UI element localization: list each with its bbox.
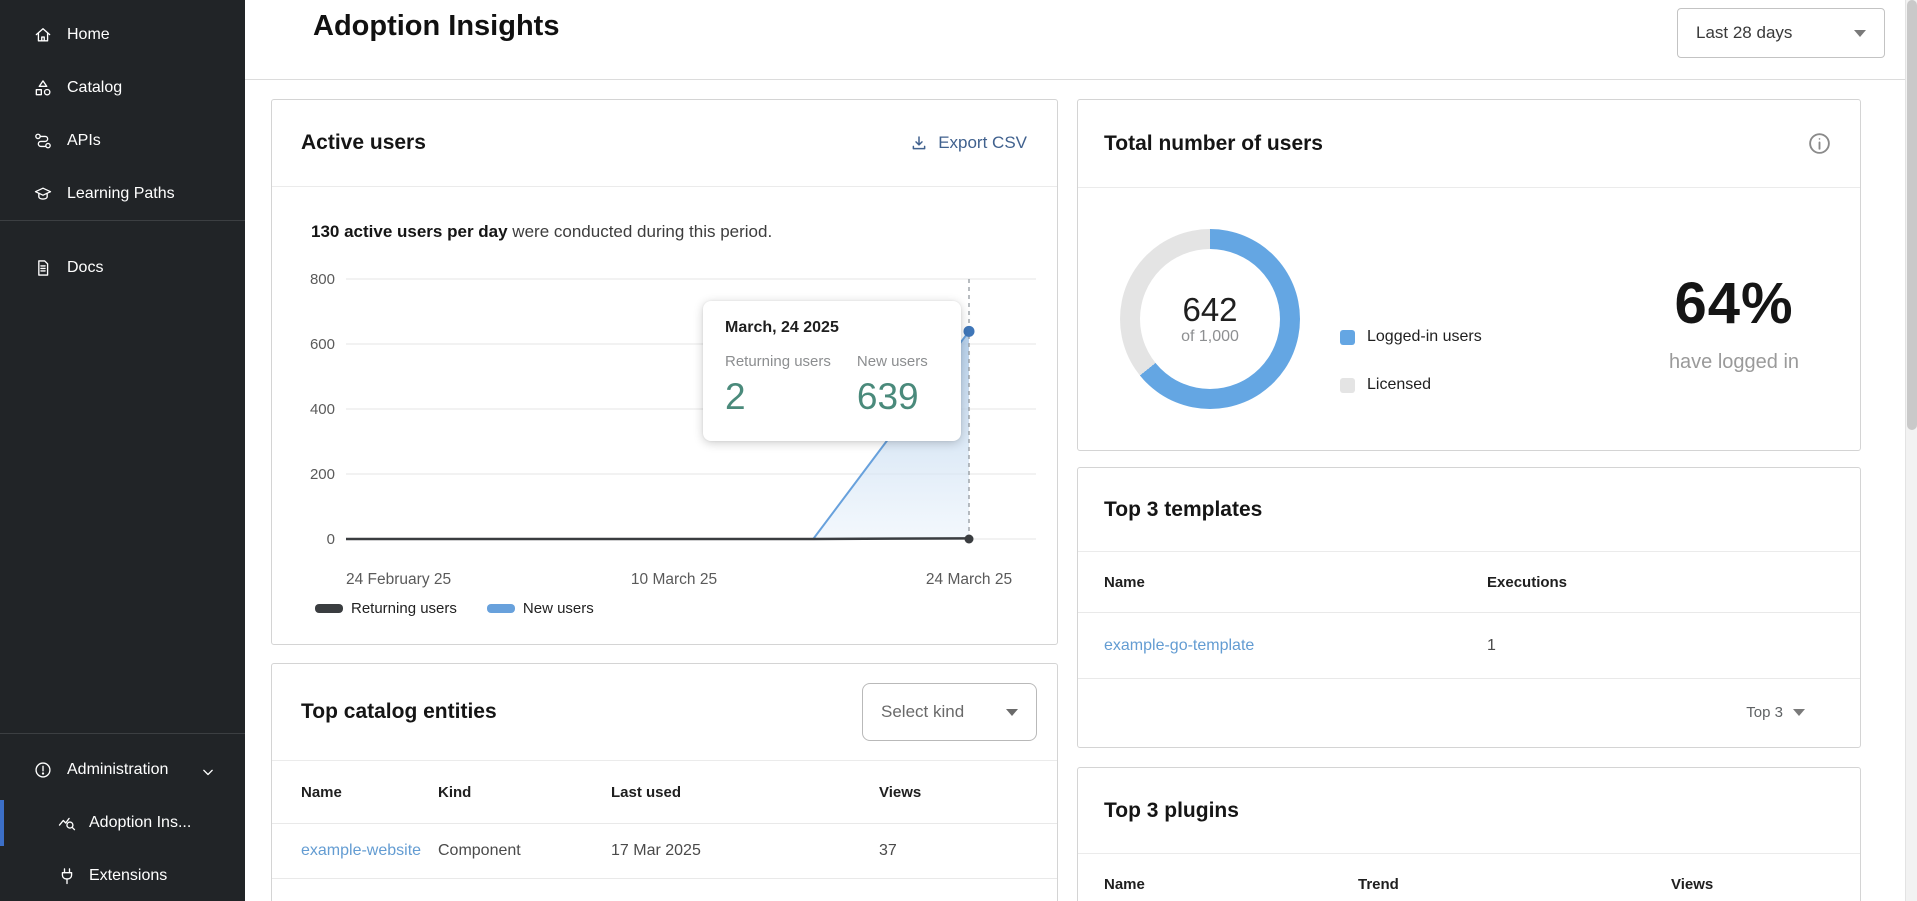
sidebar-item-administration[interactable]: Administration xyxy=(0,747,245,793)
sidebar-divider xyxy=(0,220,245,221)
legend-item-licensed: Licensed xyxy=(1340,376,1482,394)
top-templates-card: Top 3 templates Name Executions example-… xyxy=(1077,467,1861,748)
header-divider xyxy=(245,79,1905,80)
docs-icon xyxy=(33,258,53,278)
column-header-kind: Kind xyxy=(438,784,471,801)
column-header-trend: Trend xyxy=(1358,876,1399,893)
chevron-down-icon xyxy=(198,762,214,778)
svg-text:0: 0 xyxy=(327,531,335,548)
date-range-value: Last 28 days xyxy=(1696,23,1792,43)
tooltip-new-value: 639 xyxy=(857,376,928,418)
logged-in-percent-block: 64% have logged in xyxy=(1629,270,1839,374)
svg-text:800: 800 xyxy=(310,271,335,288)
selected-indicator xyxy=(0,800,4,846)
top-catalog-entities-card: Top catalog entities Select kind Name Ki… xyxy=(271,663,1058,901)
template-link[interactable]: example-go-template xyxy=(1104,637,1254,655)
card-title-total-users: Total number of users xyxy=(1104,132,1323,156)
top-plugins-card: Top 3 plugins Name Trend Views xyxy=(1077,767,1861,901)
legend-swatch-returning xyxy=(315,604,343,613)
column-header-last-used: Last used xyxy=(611,784,681,801)
chevron-down-icon xyxy=(1793,709,1805,716)
tooltip-returning-label: Returning users xyxy=(725,353,831,370)
scrollbar-thumb[interactable] xyxy=(1907,0,1917,430)
table-row: example-go-template 1 xyxy=(1078,613,1860,679)
card-title-top-plugins: Top 3 plugins xyxy=(1104,799,1239,823)
table-row: example-website Component 17 Mar 2025 37 xyxy=(272,824,1057,879)
entity-views: 37 xyxy=(879,842,897,860)
card-title-active-users: Active users xyxy=(301,131,426,155)
svg-text:200: 200 xyxy=(310,466,335,483)
sidebar-divider-bottom xyxy=(0,733,245,734)
active-users-card: Active users Export CSV 130 active users… xyxy=(271,99,1058,645)
entity-last-used: 17 Mar 2025 xyxy=(611,842,701,860)
legend-swatch-logged-in xyxy=(1340,330,1355,345)
home-icon xyxy=(33,25,53,45)
legend-item-returning-users: Returning users xyxy=(315,600,457,617)
chevron-down-icon xyxy=(1006,709,1018,716)
svg-text:10 March 25: 10 March 25 xyxy=(631,571,717,588)
legend-swatch-new xyxy=(487,604,515,613)
administration-icon xyxy=(33,760,53,780)
donut-total: of 1,000 xyxy=(1181,328,1239,346)
column-header-views: Views xyxy=(879,784,921,801)
column-header-name: Name xyxy=(1104,876,1145,893)
logged-in-percent-caption: have logged in xyxy=(1629,351,1839,374)
api-icon xyxy=(33,131,53,151)
donut-legend: Logged-in users Licensed xyxy=(1340,328,1482,424)
sidebar-item-extensions[interactable]: Extensions xyxy=(0,853,245,899)
column-header-name: Name xyxy=(301,784,342,801)
catalog-table-header: Name Kind Last used Views xyxy=(272,761,1057,824)
svg-text:24 March 25: 24 March 25 xyxy=(926,571,1012,588)
legend-item-logged-in: Logged-in users xyxy=(1340,328,1482,346)
card-title-top-templates: Top 3 templates xyxy=(1104,498,1262,522)
entity-link[interactable]: example-website xyxy=(301,842,421,860)
svg-text:400: 400 xyxy=(310,401,335,418)
column-header-name: Name xyxy=(1104,574,1145,591)
learning-paths-icon xyxy=(33,184,53,204)
top-n-select[interactable]: Top 3 xyxy=(1746,704,1805,721)
catalog-icon xyxy=(33,78,53,98)
sidebar: Home Catalog APIs Learning Paths Docs xyxy=(0,0,245,901)
page-title: Adoption Insights xyxy=(313,10,559,43)
plugins-table-header: Name Trend Views xyxy=(1078,854,1860,901)
legend-item-new-users: New users xyxy=(487,600,594,617)
donut-value: 642 xyxy=(1182,292,1237,328)
vertical-scrollbar xyxy=(1905,0,1917,901)
chevron-down-icon xyxy=(1854,30,1866,37)
card-title-top-catalog-entities: Top catalog entities xyxy=(301,700,497,724)
sidebar-item-apis[interactable]: APIs xyxy=(0,118,245,164)
tooltip-date: March, 24 2025 xyxy=(725,319,939,337)
adoption-insights-icon xyxy=(57,813,77,833)
info-icon[interactable] xyxy=(1807,131,1832,156)
sidebar-item-learning-paths[interactable]: Learning Paths xyxy=(0,171,245,217)
templates-table-footer: Top 3 xyxy=(1078,677,1860,747)
svg-text:600: 600 xyxy=(310,336,335,353)
entity-kind: Component xyxy=(438,842,521,860)
chart-legend: Returning users New users xyxy=(315,600,594,617)
select-kind-dropdown[interactable]: Select kind xyxy=(862,683,1037,741)
column-header-views: Views xyxy=(1671,876,1713,893)
legend-swatch-licensed xyxy=(1340,378,1355,393)
active-users-subtitle: 130 active users per day were conducted … xyxy=(311,222,772,242)
sidebar-item-adoption-insights[interactable]: Adoption Ins... xyxy=(0,800,245,846)
extensions-icon xyxy=(57,866,77,886)
export-csv-button[interactable]: Export CSV xyxy=(910,133,1027,153)
tooltip-new-label: New users xyxy=(857,353,928,370)
date-range-select[interactable]: Last 28 days xyxy=(1677,8,1885,58)
sidebar-item-catalog[interactable]: Catalog xyxy=(0,65,245,111)
logged-in-percent: 64% xyxy=(1629,270,1839,337)
template-executions: 1 xyxy=(1487,637,1496,655)
chart-tooltip: March, 24 2025 Returning users 2 New use… xyxy=(703,301,961,441)
download-icon xyxy=(910,134,928,152)
tooltip-returning-value: 2 xyxy=(725,376,831,418)
total-users-card: Total number of users 642 of 1,000 Logge… xyxy=(1077,99,1861,451)
donut-center-label: 642 of 1,000 xyxy=(1120,229,1300,409)
svg-text:24 February 25: 24 February 25 xyxy=(346,571,451,588)
adoption-insights-page: Home Catalog APIs Learning Paths Docs xyxy=(0,0,1917,901)
sidebar-item-docs[interactable]: Docs xyxy=(0,245,245,291)
templates-table-header: Name Executions xyxy=(1078,552,1860,613)
column-header-executions: Executions xyxy=(1487,574,1567,591)
sidebar-item-home[interactable]: Home xyxy=(0,12,245,58)
